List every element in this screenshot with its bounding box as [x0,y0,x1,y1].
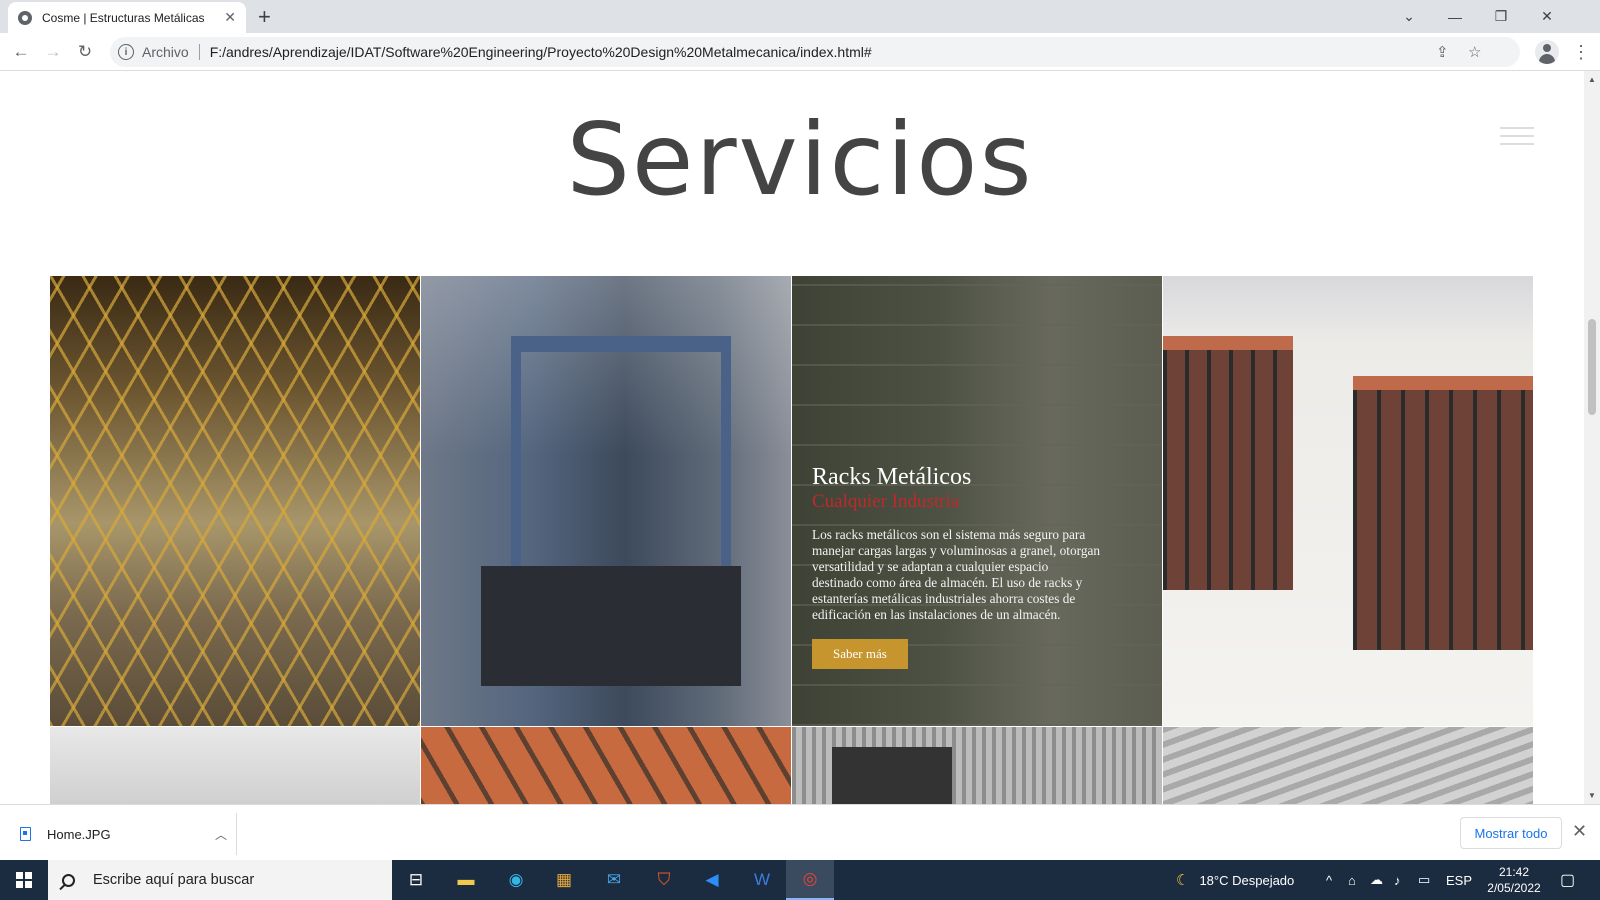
info-icon[interactable]: i [118,44,134,60]
globe-icon [18,10,32,25]
windows-start-icon[interactable] [0,860,48,900]
mail-icon[interactable]: ✉ [590,860,638,900]
close-shelf-icon[interactable]: ✕ [1572,821,1587,842]
download-item[interactable]: Home.JPG ︿ [20,819,235,849]
onedrive-icon[interactable]: ☁ [1370,860,1383,900]
profile-avatar-icon[interactable] [1535,40,1559,64]
protocol-label: Archivo [142,44,189,60]
moon-icon: ☾ [1176,872,1190,889]
page-viewport: Servicios Racks Metálicos Cualquier Indu… [0,71,1600,804]
tab-search-chevron-icon[interactable]: ⌄ [1386,0,1432,33]
browser-toolbar: ← → ↻ i Archivo F:/andres/Aprendizaje/ID… [0,33,1600,71]
service-card-gates[interactable] [421,727,791,804]
chevron-up-icon[interactable]: ︿ [215,826,227,843]
page-scrollbar[interactable]: ▲ ▼ [1584,71,1600,804]
minimize-button[interactable]: — [1432,0,1478,33]
show-hidden-icons-icon[interactable]: ^ [1326,860,1332,900]
address-bar[interactable]: i Archivo F:/andres/Aprendizaje/IDAT/Sof… [110,37,1520,67]
bookmark-star-icon[interactable]: ☆ [1468,43,1481,61]
taskbar-search-box[interactable]: Escribe aquí para buscar [48,860,392,900]
page-title: Servicios [566,101,1034,218]
close-tab-icon[interactable]: ✕ [224,9,236,26]
browser-tab[interactable]: Cosme | Estructuras Metálicas ✕ [8,2,246,33]
task-view-icon[interactable]: ⊟ [392,860,440,900]
service-card-metal-panels[interactable] [792,727,1162,804]
download-shelf: Home.JPG ︿ Mostrar todo ✕ [0,804,1600,860]
windows-taskbar: Escribe aquí para buscar ⊟ ▬ ◉ ▦ ✉ ⛉ ◀ W… [0,860,1600,900]
forward-arrow-icon[interactable]: → [40,39,66,65]
word-icon[interactable]: W [738,860,786,900]
service-card-shutters[interactable] [1163,727,1533,804]
clock-time: 21:42 [1498,865,1530,879]
tab-title: Cosme | Estructuras Metálicas [42,10,205,25]
weather-text: 18°C Despejado [1199,872,1295,888]
service-card-warehouse[interactable] [50,276,420,726]
browser-tabbar: Cosme | Estructuras Metálicas ✕ + ⌄ — ❐ … [0,0,1600,33]
omnibox-divider [198,44,200,60]
download-file-name: Home.JPG [47,826,111,842]
scroll-down-arrow-icon[interactable]: ▼ [1588,791,1596,800]
edge-icon[interactable]: ◉ [492,860,540,900]
language-indicator[interactable]: ESP [1446,860,1472,900]
service-card-machinery[interactable] [421,276,791,726]
card-title: Racks Metálicos [812,464,972,490]
store-icon[interactable]: ▦ [540,860,588,900]
saber-mas-button[interactable]: Saber más [812,639,908,669]
scroll-up-arrow-icon[interactable]: ▲ [1588,75,1596,84]
vscode-icon[interactable]: ◀ [688,860,736,900]
search-icon [62,873,75,887]
shelf-divider [236,813,237,855]
reload-icon[interactable]: ↻ [72,39,98,65]
clock-date: 2/05/2022 [1487,881,1541,895]
maximize-button[interactable]: ❐ [1478,0,1524,33]
show-all-button[interactable]: Mostrar todo [1460,817,1562,849]
image-file-icon [20,827,31,841]
card-subtitle: Cualquier Industria [812,491,960,512]
weather-widget[interactable]: ☾ 18°C Despejado [1176,860,1294,900]
close-window-button[interactable]: ✕ [1524,0,1570,33]
service-card-racks[interactable]: Racks Metálicos Cualquier Industria Los … [792,276,1162,726]
card-description: Los racks metálicos son el sistema más s… [812,527,1101,622]
browser-menu-icon[interactable]: ⋮ [1572,40,1590,64]
service-card-doors[interactable] [50,727,420,804]
search-placeholder: Escribe aquí para buscar [93,872,255,888]
hamburger-menu-icon[interactable] [1500,127,1534,151]
new-tab-button[interactable]: + [258,4,271,30]
brave-icon[interactable]: ⛉ [640,860,688,900]
meet-icon[interactable]: ⌂ [1348,860,1356,900]
notifications-icon[interactable]: ▢ [1560,860,1575,900]
card-content: Racks Metálicos Cualquier Industria Los … [812,464,1102,669]
back-arrow-icon[interactable]: ← [8,39,34,65]
scrollbar-thumb[interactable] [1588,319,1596,415]
chrome-icon[interactable]: ◎ [786,860,834,900]
file-explorer-icon[interactable]: ▬ [442,860,490,900]
system-clock[interactable]: 21:42 2/05/2022 [1484,864,1544,896]
volume-icon[interactable]: ♪ [1394,860,1401,900]
service-card-window-grilles[interactable] [1163,276,1533,726]
share-icon[interactable]: ⇪ [1436,43,1449,61]
network-icon[interactable]: ▭ [1418,860,1430,900]
url-text[interactable]: F:/andres/Aprendizaje/IDAT/Software%20En… [210,44,872,60]
